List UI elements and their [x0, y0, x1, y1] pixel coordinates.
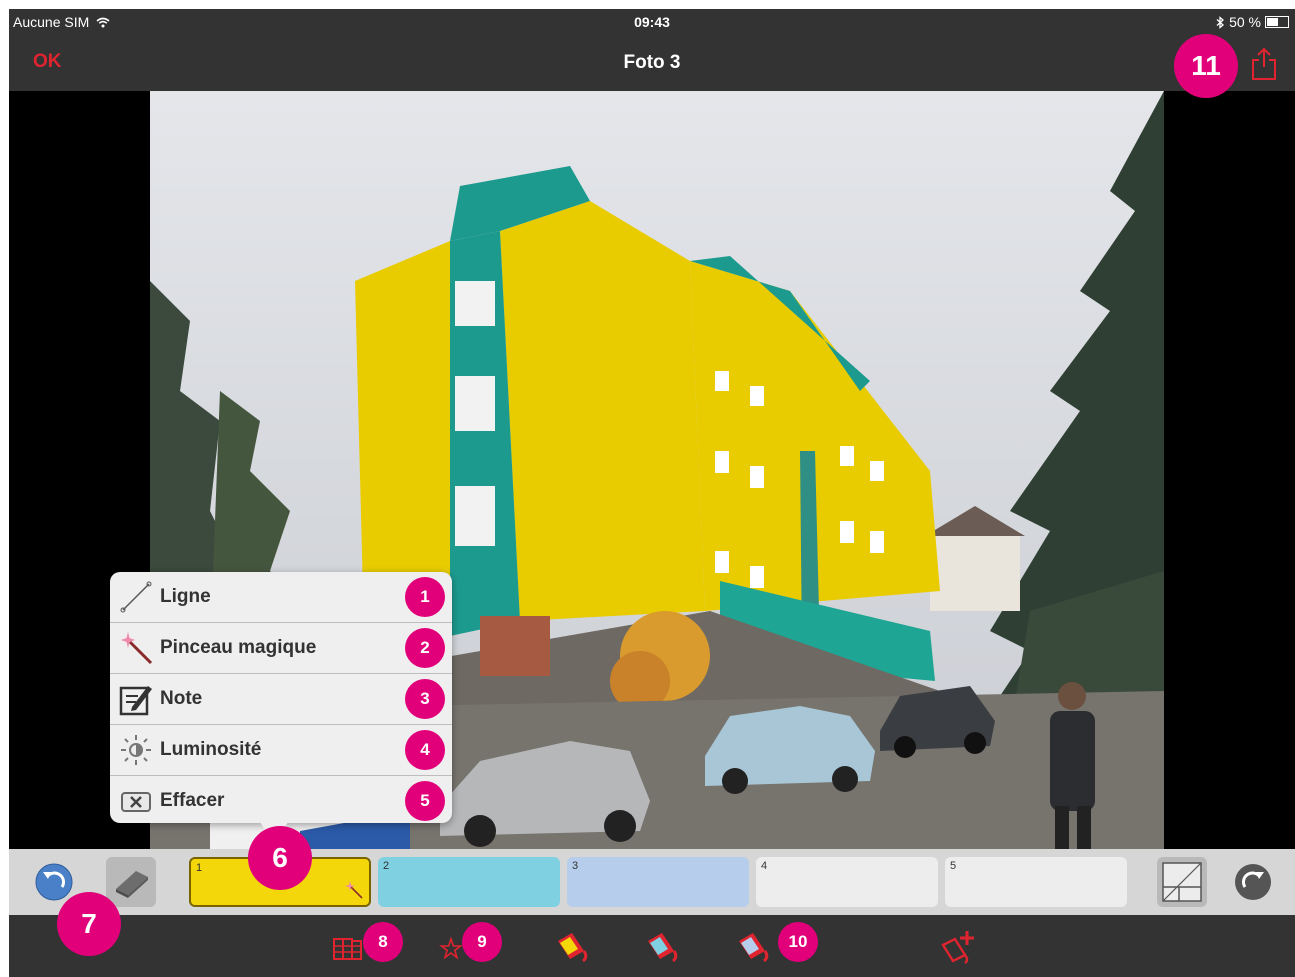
share-icon[interactable]	[1249, 47, 1279, 81]
swatch-number: 4	[761, 860, 768, 872]
menu-item-ligne[interactable]: Ligne	[110, 572, 452, 622]
menu-item-label: Luminosité	[160, 739, 262, 760]
page-title: Foto 3	[623, 52, 681, 73]
undo-icon[interactable]	[35, 863, 73, 901]
eraser-button[interactable]	[106, 857, 156, 907]
annotation-badge: 8	[363, 922, 403, 962]
annotation-badge: 11	[1174, 34, 1238, 98]
menu-item-luminosite[interactable]: Luminosité	[110, 725, 452, 775]
menu-item-label: Effacer	[160, 790, 225, 811]
magic-brush-icon	[345, 881, 363, 899]
menu-item-pinceau-magique[interactable]: Pinceau magique	[110, 623, 452, 673]
battery-icon	[1265, 16, 1289, 28]
annotation-badge: 2	[405, 628, 445, 668]
grid-icon	[1162, 862, 1202, 902]
compare-view-button[interactable]	[1157, 857, 1207, 907]
status-bar: Aucune SIM 09:43 50 %	[9, 9, 1295, 35]
menu-item-label: Note	[160, 688, 203, 709]
menu-item-note[interactable]: Note	[110, 674, 452, 724]
annotation-badge: 1	[405, 577, 445, 617]
menu-item-label: Ligne	[160, 586, 211, 607]
paint-bucket-icon[interactable]	[640, 929, 680, 965]
menu-item-label: Pinceau magique	[160, 637, 317, 658]
swatch-number: 1	[196, 862, 203, 874]
add-color-icon[interactable]	[937, 929, 977, 965]
redo-icon[interactable]	[1234, 863, 1272, 901]
color-toolbar: 1 2 3 4 5	[9, 849, 1295, 915]
status-right: 50 %	[1216, 14, 1289, 30]
bottom-toolbar	[9, 915, 1295, 977]
paint-bucket-icon[interactable]	[550, 929, 590, 965]
battery-fill	[1267, 18, 1278, 26]
navigation-bar: OK Foto 3	[9, 35, 1295, 91]
color-swatch-5[interactable]: 5	[945, 857, 1127, 907]
color-swatch-3[interactable]: 3	[567, 857, 749, 907]
battery-percent: 50 %	[1229, 14, 1261, 30]
clock: 09:43	[634, 14, 670, 30]
annotation-badge: 6	[248, 826, 312, 890]
annotation-badge: 4	[405, 730, 445, 770]
note-icon	[119, 686, 152, 716]
magic-brush-icon	[121, 632, 153, 665]
swatch-number: 2	[383, 860, 390, 872]
annotation-badge: 10	[778, 922, 818, 962]
color-swatch-2[interactable]: 2	[378, 857, 560, 907]
menu-item-effacer[interactable]: Effacer	[110, 776, 452, 826]
annotation-badge: 7	[57, 892, 121, 956]
eraser-icon	[116, 871, 148, 898]
delete-icon	[121, 792, 151, 812]
swatch-number: 5	[950, 860, 957, 872]
brightness-icon	[121, 735, 151, 765]
app-screen: Aucune SIM 09:43 50 % OK Foto 3 Ligne Pi…	[9, 9, 1295, 977]
annotation-badge: 5	[405, 781, 445, 821]
paint-bucket-icon[interactable]	[731, 929, 771, 965]
bluetooth-icon	[1216, 15, 1225, 29]
swatch-number: 3	[572, 860, 579, 872]
color-swatch-4[interactable]: 4	[756, 857, 938, 907]
annotation-badge: 3	[405, 679, 445, 719]
line-icon	[120, 581, 152, 613]
tool-menu: Ligne Pinceau magique Note Luminosité Ef…	[110, 572, 452, 844]
annotation-badge: 9	[462, 922, 502, 962]
